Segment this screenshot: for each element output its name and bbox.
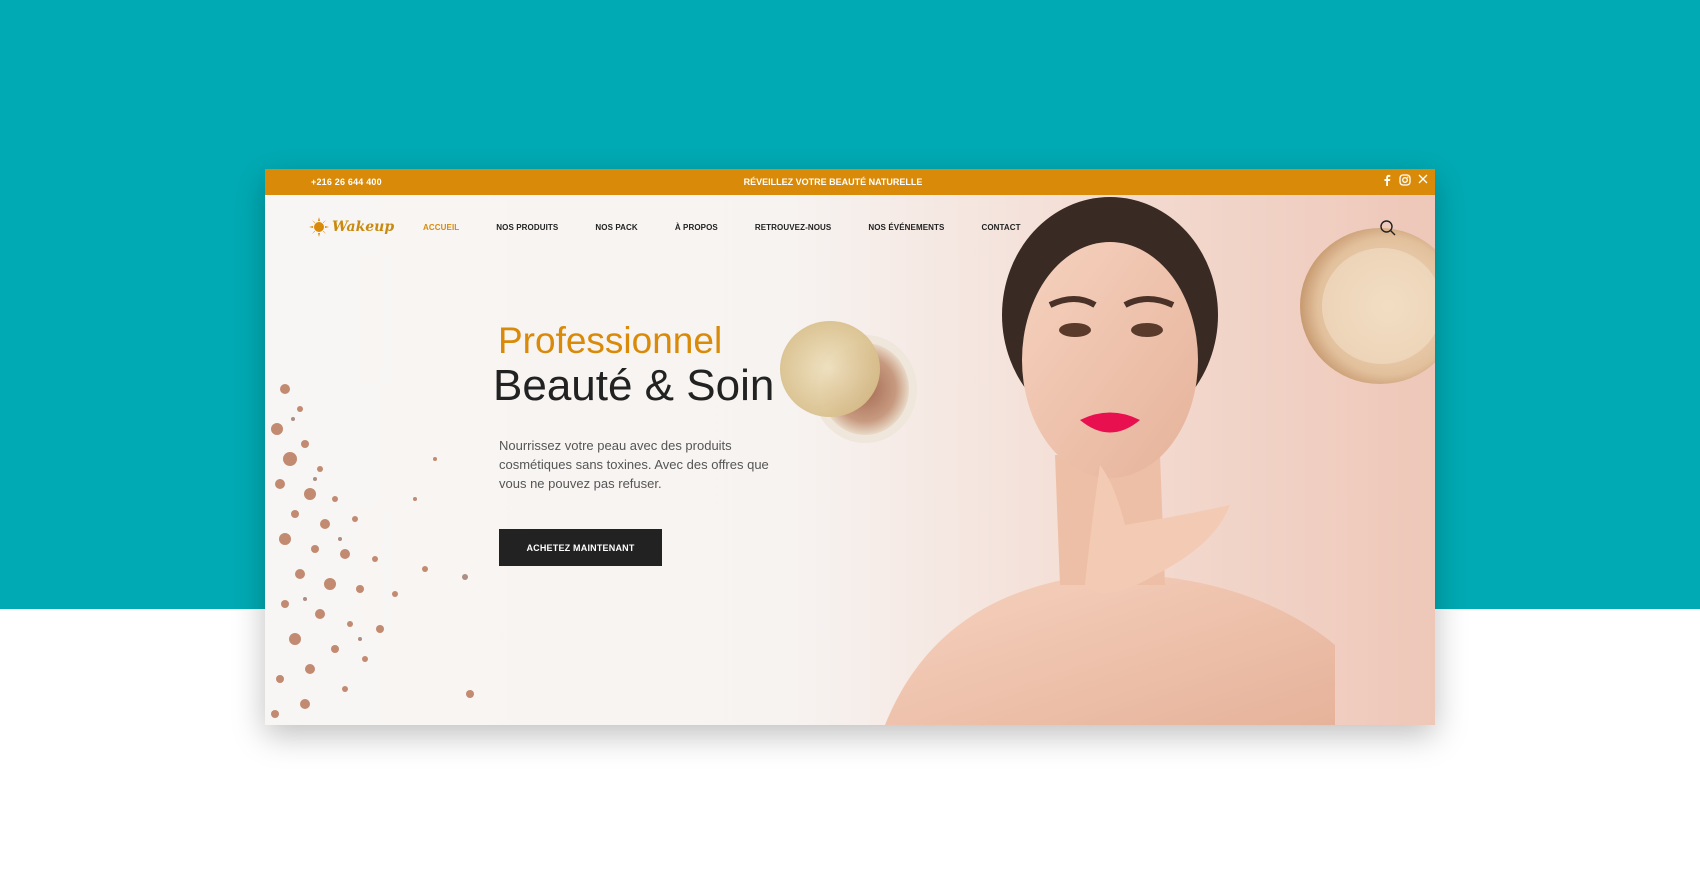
nav-item-nos-produits[interactable]: NOS PRODUITS [496,223,558,232]
tagline: RÉVEILLEZ VOTRE BEAUTÉ NATURELLE [743,177,923,187]
hero-title: Beauté & Soin [493,361,775,410]
logo[interactable]: Wakeup [309,215,394,239]
facebook-icon[interactable] [1381,174,1393,188]
social-links [1381,174,1429,188]
shop-now-button[interactable]: ACHETEZ MAINTENANT [499,529,662,566]
nav-item-retrouvez-nous[interactable]: RETROUVEZ-NOUS [755,223,832,232]
nav-item-nos-pack[interactable]: NOS PACK [595,223,637,232]
website-mockup: +216 26 644 400 RÉVEILLEZ VOTRE BEAUTÉ N… [265,169,1435,725]
hero-background [265,195,1435,725]
hero-subtitle: Professionnel [498,320,723,361]
logo-text: Wakeup [332,219,395,235]
hero-description: Nourrissez votre peau avec des produits … [499,438,769,491]
search-icon[interactable] [1379,219,1397,237]
close-icon[interactable] [1417,174,1429,188]
nav-item-contact[interactable]: CONTACT [981,223,1020,232]
sun-logo-icon [309,217,329,237]
instagram-icon[interactable] [1399,174,1411,188]
nav-item-a-propos[interactable]: À PROPOS [675,223,718,232]
top-bar: +216 26 644 400 RÉVEILLEZ VOTRE BEAUTÉ N… [265,169,1435,195]
nav-item-nos-evenements[interactable]: NOS ÉVÉNEMENTS [868,223,944,232]
main-nav: ACCUEIL NOS PRODUITS NOS PACK À PROPOS R… [423,223,1058,232]
nav-item-accueil[interactable]: ACCUEIL [423,223,459,232]
